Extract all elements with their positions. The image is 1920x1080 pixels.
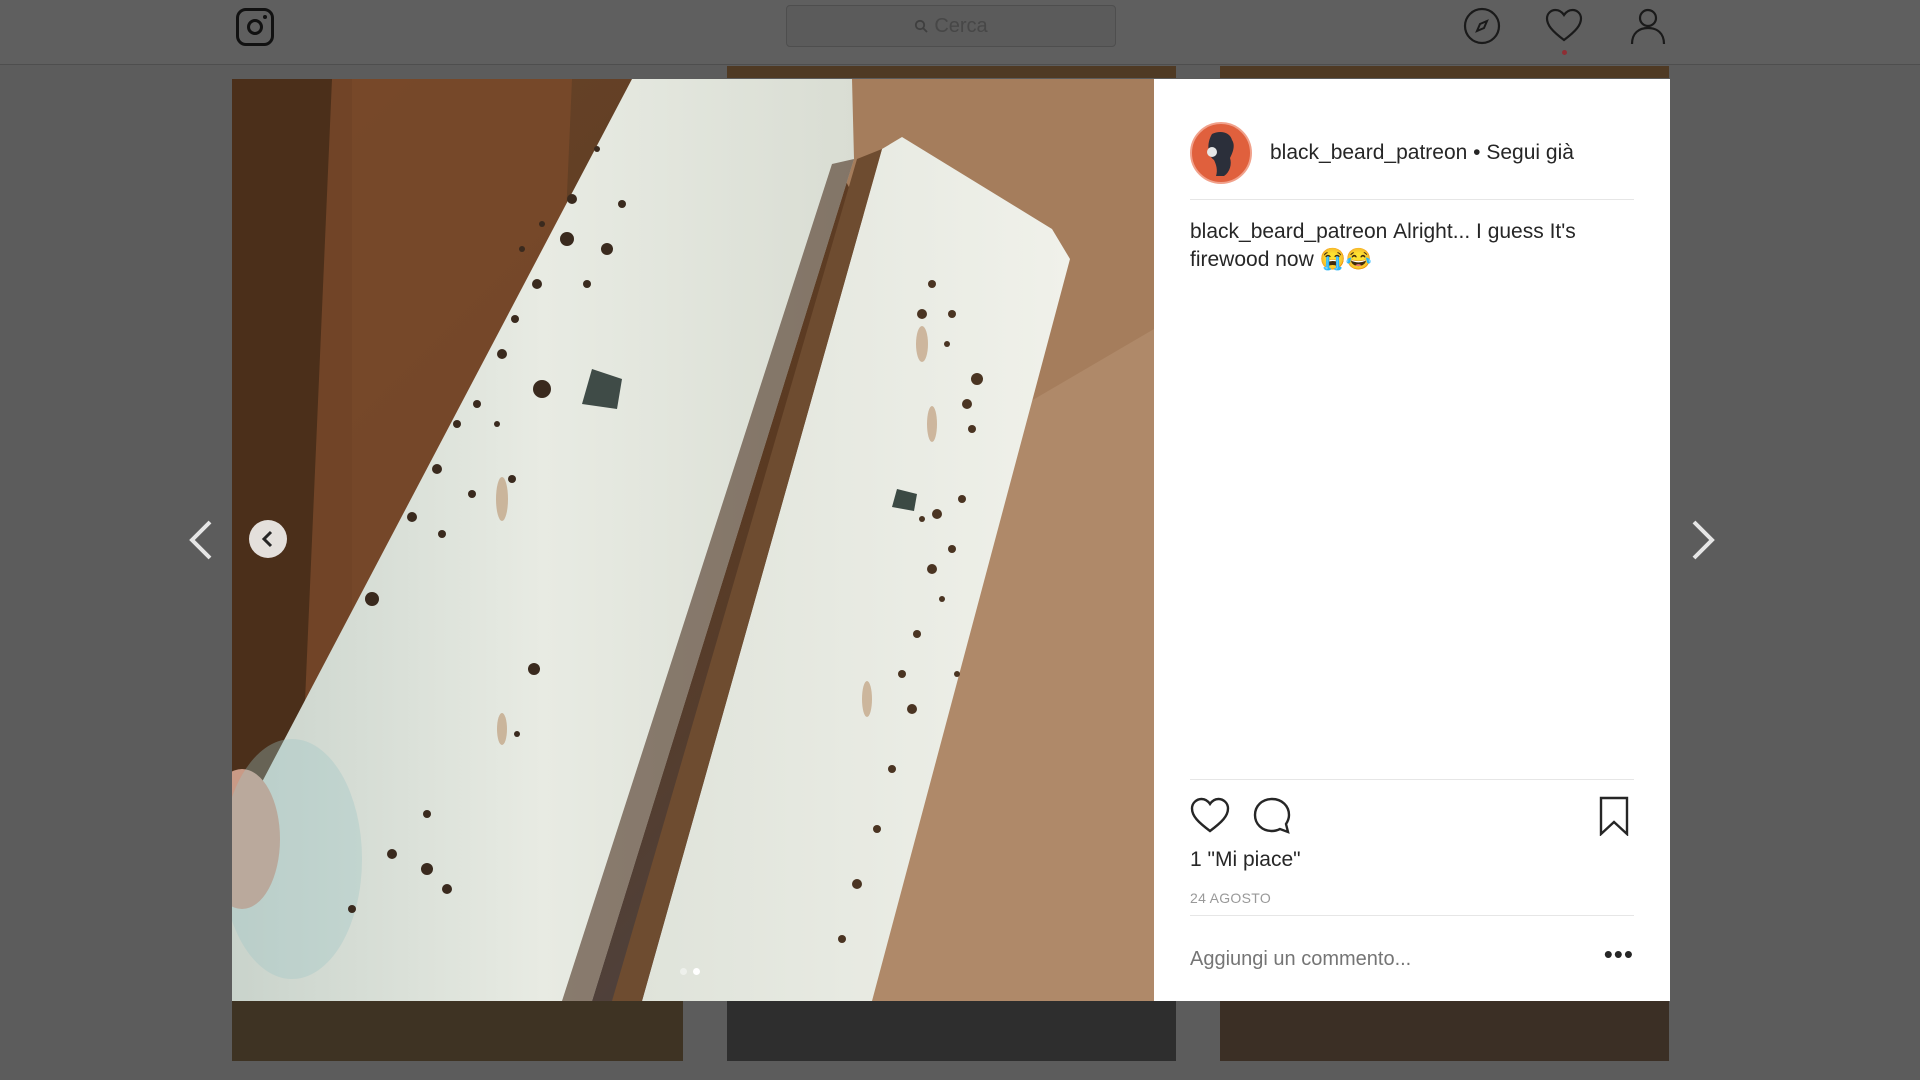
carousel-previous-button[interactable]	[249, 520, 287, 558]
post-photo[interactable]	[232, 79, 1154, 1001]
avatar-silhouette-icon	[1194, 126, 1248, 180]
more-options-button[interactable]: •••	[1604, 941, 1634, 969]
heart-icon[interactable]	[1544, 6, 1584, 46]
likes-count[interactable]: 1 "Mi piace"	[1190, 848, 1301, 872]
next-post-chevron-icon[interactable]	[1682, 518, 1722, 562]
carousel-dot	[680, 968, 687, 975]
post-modal: black_beard_patreon • Segui già black_be…	[232, 79, 1670, 1001]
grid-thumbnail	[727, 66, 1176, 78]
search-icon	[915, 19, 928, 33]
notification-dot	[1562, 50, 1567, 55]
search-box[interactable]: Cerca	[786, 5, 1116, 47]
carousel-dot-active	[693, 968, 700, 975]
user-icon[interactable]	[1628, 6, 1668, 46]
bookmark-icon[interactable]	[1594, 796, 1634, 836]
previous-post-chevron-icon[interactable]	[182, 518, 222, 562]
photo-wood-boards	[232, 79, 1154, 1001]
comment-bar: •••	[1190, 915, 1634, 1002]
post-sidebar: black_beard_patreon • Segui già black_be…	[1154, 79, 1670, 1001]
carousel-indicator	[680, 968, 700, 975]
heart-outline-icon[interactable]	[1190, 796, 1230, 836]
compass-icon[interactable]	[1462, 6, 1502, 46]
caption-username[interactable]: black_beard_patreon	[1190, 220, 1387, 243]
grid-thumbnail	[727, 1001, 1176, 1061]
post-header: black_beard_patreon • Segui già	[1190, 107, 1634, 200]
post-username[interactable]: black_beard_patreon	[1270, 141, 1467, 164]
grid-thumbnail	[1220, 1001, 1669, 1061]
follow-status[interactable]: • Segui già	[1473, 141, 1574, 164]
search-placeholder: Cerca	[934, 14, 988, 37]
grid-thumbnail	[1220, 66, 1669, 78]
post-actions: 1 "Mi piace" 24 AGOSTO	[1190, 779, 1634, 910]
comment-input[interactable]	[1190, 947, 1550, 971]
grid-thumbnail	[232, 1001, 683, 1061]
top-navigation-bar: Cerca	[0, 0, 1920, 65]
comment-icon[interactable]	[1252, 796, 1292, 836]
post-date[interactable]: 24 AGOSTO	[1190, 890, 1271, 906]
chevron-left-icon	[261, 530, 273, 548]
post-caption: black_beard_patreon Alright... I guess I…	[1190, 218, 1610, 274]
avatar[interactable]	[1190, 122, 1252, 184]
post-header-text: black_beard_patreon • Segui già	[1270, 141, 1574, 165]
instagram-icon[interactable]	[236, 8, 274, 46]
